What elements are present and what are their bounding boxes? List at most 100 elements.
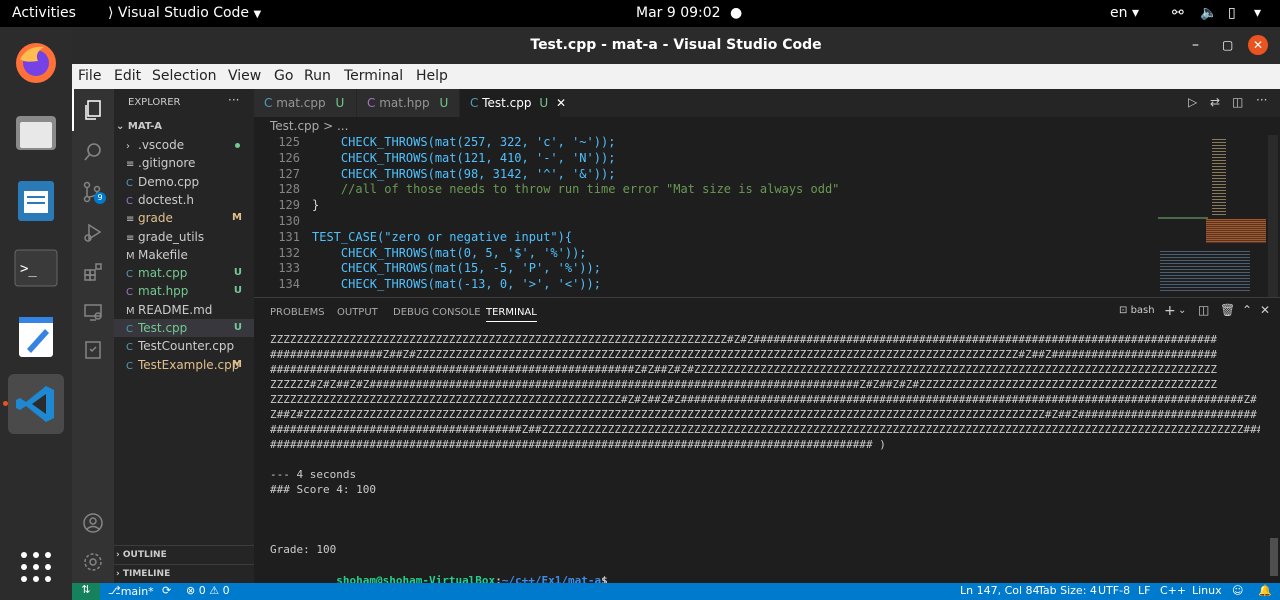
tab-test-cpp[interactable]: C Test.cpp U ✕ [460, 89, 566, 117]
bottom-panel: PROBLEMS OUTPUT DEBUG CONSOLE TERMINAL ⊡… [254, 297, 1280, 583]
file-item[interactable]: ≡ grade_utils [114, 228, 254, 246]
notifications-bell-icon[interactable]: 🔔 [1258, 584, 1272, 597]
terminal-shell-selector[interactable]: ⊡ bash [1119, 305, 1155, 316]
tab-output[interactable]: OUTPUT [337, 307, 378, 318]
run-icon[interactable]: ▷ [1188, 95, 1197, 109]
settings-gear-icon[interactable] [81, 550, 105, 574]
platform[interactable]: Linux [1192, 584, 1222, 597]
menu-view[interactable]: View [228, 68, 261, 84]
libreoffice-writer-icon[interactable] [8, 173, 64, 229]
file-item[interactable]: C Demo.cpp [114, 173, 254, 191]
tab-modified-mark: U [335, 96, 345, 110]
terminal-line: ZZZZZZZZZZZZZZZZZZZZZZZZZZZZZZZZZZZZZZZZ… [270, 333, 1218, 346]
feedback-icon[interactable]: ☺ [1232, 584, 1243, 597]
encoding[interactable]: UTF-8 [1098, 584, 1130, 597]
show-applications-icon[interactable] [8, 539, 64, 595]
code-editor[interactable]: 125 CHECK_THROWS(mat(257, 322, 'c', '~')… [254, 135, 1280, 297]
tab-terminal[interactable]: TERMINAL [486, 307, 537, 322]
file-item[interactable]: M Makefile [114, 246, 254, 264]
file-item[interactable]: C TestCounter.cpp [114, 337, 254, 355]
terminal-prompt[interactable]: shoham@shoham-VirtualBox:~/c++/Ex1/mat-a… [270, 558, 608, 583]
line-number: 132 [278, 245, 300, 260]
close-panel-icon[interactable]: ✕ [1260, 303, 1270, 317]
text-editor-icon[interactable] [8, 309, 64, 365]
tab-debug-console[interactable]: DEBUG CONSOLE [393, 307, 481, 318]
maximize-panel-icon[interactable]: ⌃ [1242, 303, 1252, 317]
timeline-section[interactable]: › TIMELINE [114, 564, 254, 582]
vscode-dock-icon[interactable] [8, 374, 64, 434]
tab-mat-hpp[interactable]: C mat.hpp U [357, 89, 459, 117]
battery-icon[interactable]: ▯ [1228, 5, 1236, 21]
chevron-down-icon[interactable]: ⌄ [1178, 305, 1186, 316]
network-icon[interactable]: ⚯ [1172, 5, 1184, 21]
breadcrumb[interactable]: Test.cpp > ... [254, 117, 1280, 135]
trash-icon[interactable]: 🗑 [1220, 303, 1235, 317]
file-item[interactable]: C TestExample.cpp M [114, 356, 254, 374]
eol[interactable]: LF [1138, 584, 1150, 597]
file-item[interactable]: Cmat.hpp U [114, 282, 254, 300]
branch-indicator[interactable]: ⎇ main* [108, 584, 154, 598]
split-editor-icon[interactable]: ◫ [1232, 95, 1243, 109]
new-terminal-icon[interactable]: + [1164, 303, 1176, 319]
split-terminal-icon[interactable]: ◫ [1198, 303, 1209, 317]
file-label: Makefile [138, 247, 188, 262]
accounts-icon[interactable] [81, 511, 105, 535]
close-tab-icon[interactable]: ✕ [556, 96, 566, 110]
tab-mat-cpp[interactable]: C mat.cpp U [254, 89, 356, 117]
maximize-icon[interactable]: ▢ [1222, 27, 1233, 64]
menu-edit[interactable]: Edit [114, 68, 141, 84]
cursor-position[interactable]: Ln 147, Col 84 [960, 584, 1040, 597]
terminal-output[interactable]: ZZZZZZZZZZZZZZZZZZZZZZZZZZZZZZZZZZZZZZZZ… [270, 333, 1260, 583]
source-control-icon[interactable]: 9 [81, 180, 106, 204]
testing-icon[interactable] [81, 338, 105, 362]
file-type-icon: ≡ [126, 214, 135, 226]
firefox-icon[interactable] [8, 35, 64, 91]
terminal-icon[interactable]: >_ [8, 240, 64, 296]
minimap[interactable] [1154, 135, 1266, 297]
extensions-icon[interactable] [81, 260, 105, 284]
language-mode[interactable]: C++ [1160, 584, 1186, 597]
system-menu-chevron-icon[interactable]: ▾ [1254, 5, 1261, 21]
clock[interactable]: Mar 9 09:02 [636, 5, 721, 21]
file-type-icon: C [126, 287, 133, 299]
activities-button[interactable]: Activities [12, 5, 76, 21]
problems-indicator[interactable]: ⊗ 0 ⚠ 0 [186, 584, 230, 597]
close-icon[interactable]: ✕ [1248, 35, 1268, 55]
tab-problems[interactable]: PROBLEMS [270, 307, 325, 318]
indentation[interactable]: Tab Size: 4 [1038, 584, 1097, 597]
explorer-icon[interactable] [81, 98, 105, 122]
menu-help[interactable]: Help [416, 68, 448, 84]
run-debug-icon[interactable] [81, 220, 105, 244]
app-menu[interactable]: ⟩ Visual Studio Code ▼ [108, 5, 261, 21]
menu-terminal[interactable]: Terminal [344, 68, 403, 84]
compare-icon[interactable]: ⇄ [1210, 95, 1220, 109]
files-icon[interactable] [8, 104, 64, 160]
more-actions-icon[interactable]: ··· [228, 93, 239, 107]
window-title: Test.cpp - mat-a - Visual Studio Code [530, 37, 822, 53]
editor-scrollbar[interactable] [1268, 135, 1278, 297]
remote-indicator-icon[interactable]: ⇅ [72, 583, 100, 600]
menu-file[interactable]: File [78, 68, 101, 84]
more-actions-icon[interactable]: ··· [1256, 93, 1267, 107]
search-icon[interactable] [81, 140, 105, 164]
volume-icon[interactable]: 🔈 [1200, 5, 1217, 21]
file-item[interactable]: ≡ grade M [114, 209, 254, 227]
remote-explorer-icon[interactable] [81, 300, 105, 324]
file-item[interactable]: Cmat.cpp U [114, 264, 254, 282]
line-number: 131 [278, 229, 300, 244]
file-item[interactable]: C Test.cpp U [114, 319, 254, 337]
menu-go[interactable]: Go [274, 68, 293, 84]
file-item[interactable]: Cdoctest.h [114, 191, 254, 209]
outline-section[interactable]: › OUTLINE [114, 545, 254, 563]
menu-selection[interactable]: Selection [152, 68, 217, 84]
file-item[interactable]: M README.md [114, 301, 254, 319]
menu-run[interactable]: Run [304, 68, 331, 84]
language-indicator[interactable]: en ▾ [1110, 5, 1139, 21]
folder-mat-a[interactable]: ⌄ MAT-A [114, 118, 254, 136]
minimize-icon[interactable]: – [1192, 27, 1199, 64]
file-item[interactable]: › .vscode [114, 136, 254, 154]
file-item[interactable]: ≡ .gitignore [114, 154, 254, 172]
line-text: CHECK_THROWS(mat(121, 410, '-', 'N')); [312, 150, 616, 165]
sync-icon[interactable]: ⟳ [162, 584, 171, 597]
terminal-scrollbar[interactable] [1270, 538, 1278, 576]
